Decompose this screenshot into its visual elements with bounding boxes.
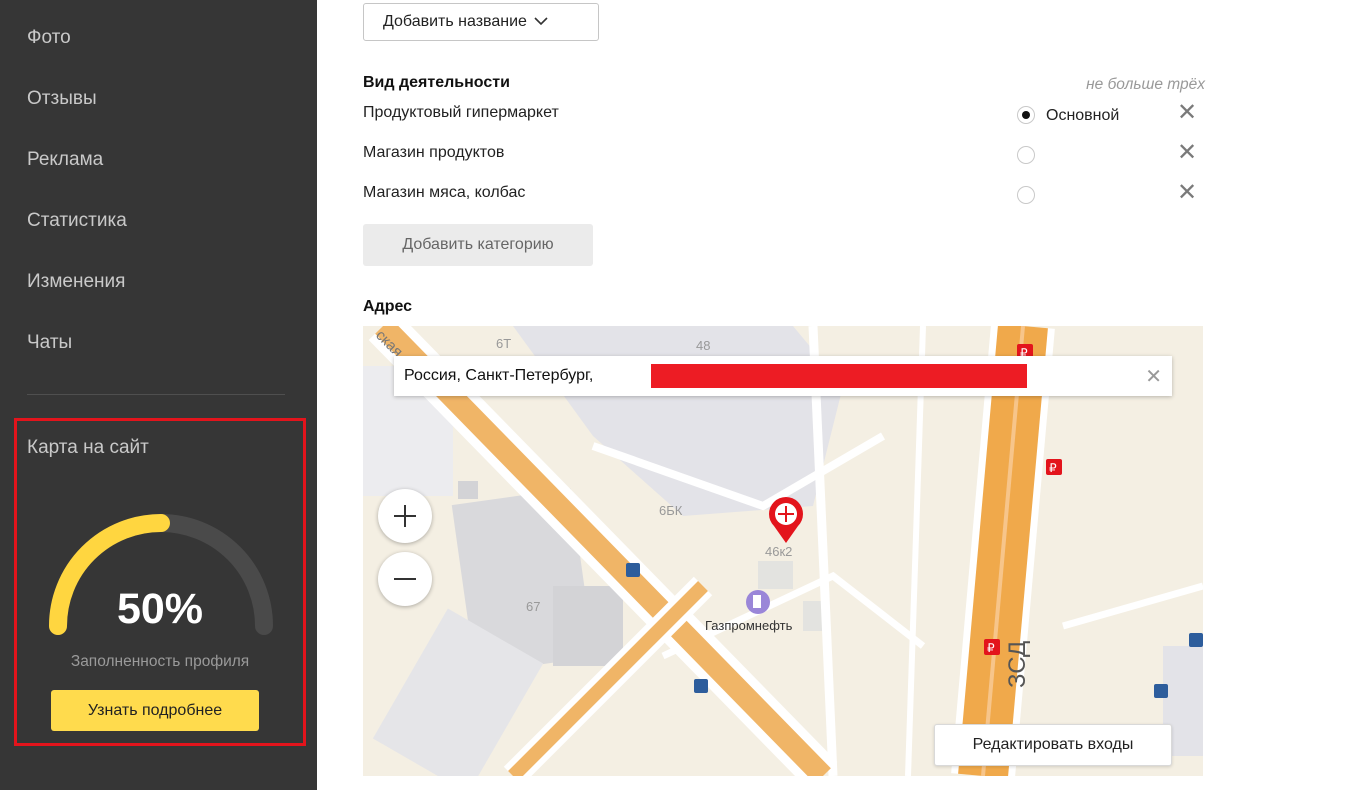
zoom-out-button[interactable] — [378, 552, 432, 606]
metro-icon — [1189, 633, 1203, 647]
metro-icon — [626, 563, 640, 577]
redacted-block — [651, 364, 1027, 388]
map-on-site-link[interactable]: Карта на сайт — [27, 437, 149, 459]
metro-icon — [1154, 684, 1168, 698]
sidebar-item-chats[interactable]: Чаты — [27, 332, 72, 354]
close-icon[interactable]: ✕ — [1145, 364, 1162, 389]
completeness-value: 50% — [116, 585, 204, 633]
sidebar-item-statistics[interactable]: Статистика — [27, 210, 127, 232]
primary-radio[interactable] — [1017, 186, 1035, 204]
primary-radio[interactable] — [1017, 146, 1035, 164]
address-input[interactable]: Россия, Санкт-Петербург, ✕ — [394, 356, 1172, 396]
poi-label: Газпромнефть — [705, 618, 793, 633]
category-row: Магазин продуктов ✕ — [363, 141, 1205, 168]
address-title: Адрес — [363, 298, 413, 315]
category-row: Продуктовый гипермаркет Основной ✕ — [363, 101, 1205, 128]
sidebar-item-changes[interactable]: Изменения — [27, 271, 125, 293]
sidebar: Фото Отзывы Реклама Статистика Изменения… — [0, 0, 317, 790]
address-value: Россия, Санкт-Петербург, — [404, 367, 594, 384]
activity-title: Вид деятельности — [363, 74, 510, 91]
map-label: 6Т — [496, 336, 511, 351]
category-name: Магазин мяса, колбас — [363, 184, 526, 201]
map-label: 46к2 — [765, 544, 792, 559]
close-icon[interactable]: ✕ — [1177, 101, 1197, 125]
close-icon[interactable]: ✕ — [1177, 141, 1197, 165]
primary-label: Основной — [1046, 107, 1120, 124]
completeness-caption: Заполненность профиля — [70, 653, 250, 670]
address-map[interactable]: 6Т 48 6БК 46к2 67 ская ЗСД Газпромнефть … — [363, 326, 1203, 776]
sidebar-item-reviews[interactable]: Отзывы — [27, 88, 97, 110]
primary-radio[interactable] — [1017, 106, 1035, 124]
add-name-label: Добавить название — [383, 13, 527, 31]
road-label: ЗСД — [1004, 641, 1031, 688]
svg-text:₽: ₽ — [987, 641, 995, 655]
svg-text:₽: ₽ — [1049, 461, 1057, 475]
map-label: 48 — [696, 338, 710, 353]
fuel-icon[interactable] — [746, 590, 770, 614]
category-name: Магазин продуктов — [363, 144, 505, 161]
metro-icon — [694, 679, 708, 693]
category-name: Продуктовый гипермаркет — [363, 104, 559, 121]
sidebar-item-photo[interactable]: Фото — [27, 27, 71, 49]
add-category-button[interactable]: Добавить категорию — [363, 224, 593, 266]
profile-promo-panel: Карта на сайт 50% Заполненность профиля … — [14, 418, 306, 746]
sidebar-divider — [27, 394, 285, 395]
close-icon[interactable]: ✕ — [1177, 181, 1197, 205]
add-name-dropdown[interactable]: Добавить название — [363, 3, 599, 41]
learn-more-button[interactable]: Узнать подробнее — [51, 690, 259, 731]
chevron-down-icon — [534, 4, 548, 40]
plus-icon — [394, 505, 416, 527]
minus-icon — [394, 578, 416, 580]
parking-icon: ₽ — [1046, 459, 1062, 475]
sidebar-item-ads[interactable]: Реклама — [27, 149, 103, 171]
parking-icon: ₽ — [984, 639, 1000, 655]
category-row: Магазин мяса, колбас ✕ — [363, 181, 1205, 208]
map-label: 67 — [526, 599, 540, 614]
map-label: 6БК — [659, 503, 683, 518]
activity-limit-hint: не больше трёх — [1086, 76, 1205, 93]
edit-entrances-button[interactable]: Редактировать входы — [934, 724, 1172, 766]
zoom-in-button[interactable] — [378, 489, 432, 543]
